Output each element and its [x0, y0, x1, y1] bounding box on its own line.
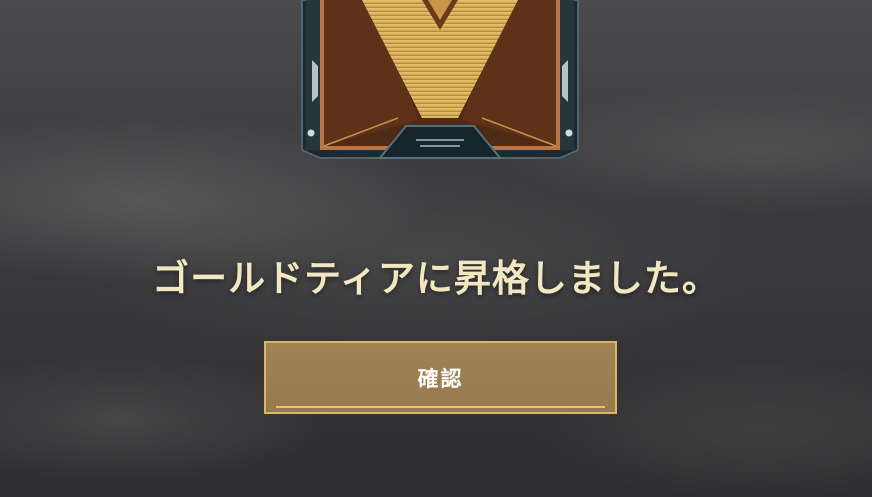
- confirm-button[interactable]: 確認: [264, 341, 617, 414]
- button-underline: [276, 406, 605, 408]
- gold-tier-emblem-icon: [301, 0, 579, 159]
- promotion-message: ゴールドティアに昇格しました。: [152, 257, 720, 300]
- promotion-screen: ゴールドティアに昇格しました。 確認: [0, 0, 872, 497]
- confirm-button-label: 確認: [417, 366, 464, 391]
